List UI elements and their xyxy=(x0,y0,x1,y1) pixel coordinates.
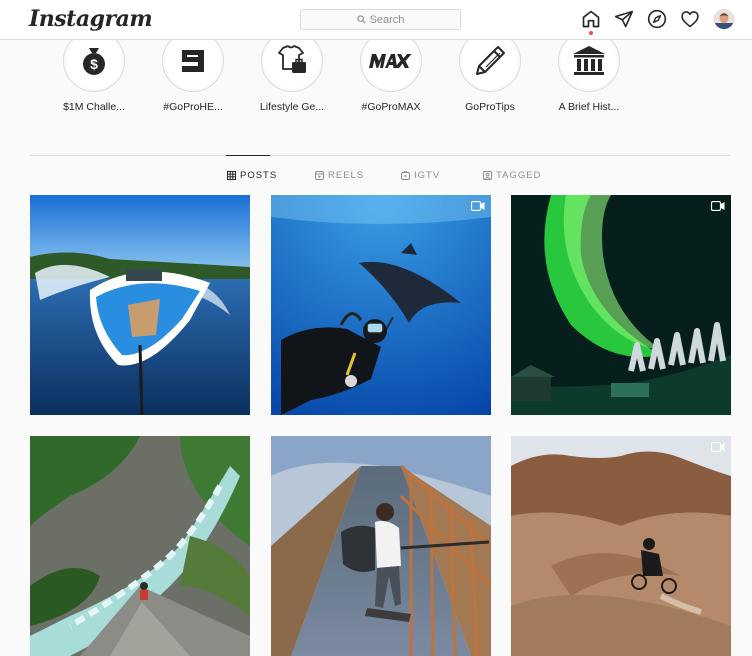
highlight-item[interactable]: #GoProHE... xyxy=(148,30,238,113)
max-logo-icon xyxy=(369,54,412,68)
hero9-logo-icon xyxy=(182,50,204,72)
post-desert-biker[interactable] xyxy=(511,436,731,656)
pencil-icon xyxy=(476,46,505,75)
highlight-label: #GoProHE... xyxy=(163,101,223,113)
highlight-item[interactable]: A Brief Hist... xyxy=(544,30,634,113)
highlight-label: Lifestyle Ge... xyxy=(259,101,325,113)
igtv-icon xyxy=(401,171,410,180)
search-input[interactable]: Search xyxy=(300,9,461,30)
highlight-label: GoProTips xyxy=(465,101,515,113)
svg-text:$: $ xyxy=(90,56,98,72)
active-tab-indicator xyxy=(226,155,270,156)
tabs-divider xyxy=(30,155,730,156)
post-northern-lights[interactable] xyxy=(511,195,731,415)
highlight-item[interactable]: #GoProMAX xyxy=(346,30,436,113)
tab-label: POSTS xyxy=(240,170,278,181)
post-speedboat[interactable] xyxy=(30,195,250,415)
highlight-label: A Brief Hist... xyxy=(558,101,620,113)
video-icon xyxy=(711,201,725,211)
tab-label: REELS xyxy=(328,170,365,181)
tab-posts[interactable]: POSTS xyxy=(227,170,277,181)
activity-heart-icon[interactable] xyxy=(680,9,700,29)
tab-label: IGTV xyxy=(414,170,441,181)
tagged-icon xyxy=(483,171,492,180)
money-bag-icon: $ xyxy=(83,48,105,75)
post-bridge-skateboarder[interactable] xyxy=(271,436,491,656)
tab-tagged[interactable]: TAGGED xyxy=(483,170,541,181)
direct-icon[interactable] xyxy=(614,9,634,29)
instagram-logo[interactable]: Instagram xyxy=(29,6,153,32)
grid-icon xyxy=(227,171,236,180)
shirt-bag-icon xyxy=(278,45,306,73)
tab-reels[interactable]: REELS xyxy=(315,170,364,181)
post-river-canyon[interactable] xyxy=(30,436,250,656)
explore-icon[interactable] xyxy=(647,9,667,29)
search-icon xyxy=(356,15,366,24)
museum-icon xyxy=(573,46,605,75)
post-diver-manta[interactable] xyxy=(271,195,491,415)
profile-avatar[interactable] xyxy=(714,9,734,29)
highlight-label: $1M Challe... xyxy=(63,101,125,113)
top-navigation-bar: Instagram Search xyxy=(0,0,752,40)
notification-dot xyxy=(589,31,593,35)
highlight-item[interactable]: GoProTips xyxy=(445,30,535,113)
tab-label: TAGGED xyxy=(496,170,542,181)
highlight-item[interactable]: Lifestyle Ge... xyxy=(247,30,337,113)
video-icon xyxy=(711,442,725,452)
search-placeholder: Search xyxy=(369,13,405,26)
reels-icon xyxy=(315,171,324,180)
highlight-item[interactable]: $ $1M Challe... xyxy=(49,30,139,113)
highlight-label: #GoProMAX xyxy=(361,101,421,113)
tab-igtv[interactable]: IGTV xyxy=(401,170,440,181)
video-icon xyxy=(471,201,485,211)
home-icon[interactable] xyxy=(581,9,601,29)
